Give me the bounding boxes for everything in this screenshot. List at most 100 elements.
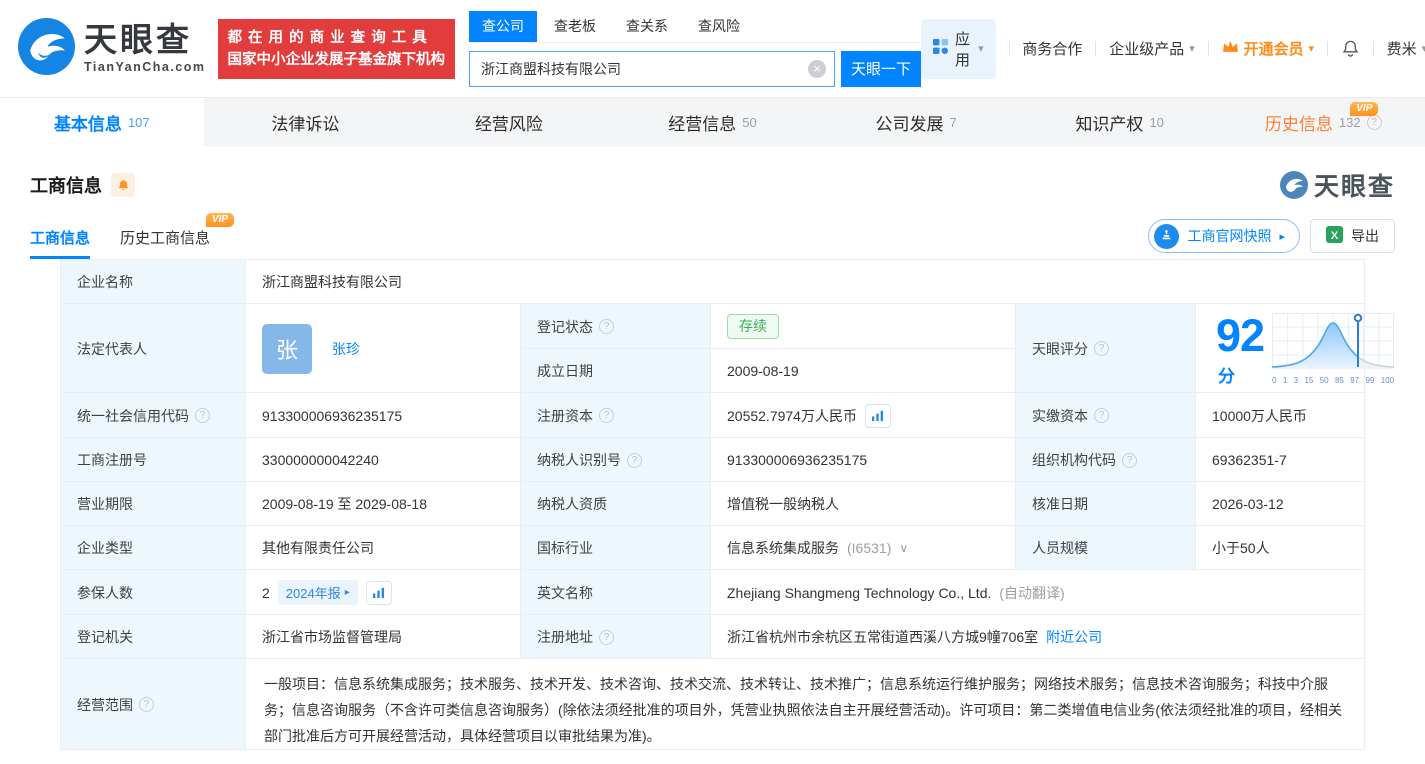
apps-label: 应用 [955,30,971,69]
tab-count: 10 [1149,115,1164,130]
promo-banner: 都 在 用 的 商 业 查 询 工 具 国家中小企业发展子基金旗下机构 [217,18,455,79]
value-staff-size: 小于50人 [1196,526,1365,570]
value-business-term: 2009-08-19 至 2029-08-18 [246,482,521,526]
search-area: 查公司 查老板 查关系 查风险 × 天眼一下 [469,10,921,87]
nav-enterprise-products[interactable]: 企业级产品 ▾ [1109,38,1195,59]
help-icon[interactable]: ? [599,629,614,645]
divider [1207,41,1209,56]
tab-count: 50 [742,115,757,130]
value-approval-date: 2026-03-12 [1196,482,1365,526]
nav-user-menu[interactable]: 费米 ▾ [1387,38,1425,59]
tianyancha-watermark-logo: 天眼查 [1279,167,1395,203]
label-legal-representative: 法定代表人 [61,304,246,393]
clear-search-icon[interactable]: × [808,59,826,78]
help-icon[interactable]: ? [1094,408,1109,423]
capital-chart-icon[interactable] [864,403,891,428]
banner-line1: 都 在 用 的 商 业 查 询 工 具 [227,29,428,46]
company-detail-tabs: 基本信息 107 法律诉讼 经营风险 经营信息 50 公司发展 7 知识产权 1… [0,97,1425,147]
help-icon[interactable]: ? [195,408,210,423]
vip-label: 开通会员 [1243,41,1304,58]
subtab-business-info[interactable]: 工商信息 [30,227,91,259]
status-badge: 存续 [727,314,779,339]
score-axis-ticks: 0 1 3 15 50 85 97 99 100 [1272,375,1395,385]
tab-operation-risk[interactable]: 经营风险 [407,98,611,147]
apps-grid-icon [933,39,948,58]
monitor-bell-icon[interactable] [111,173,135,197]
score-number: 92分 [1216,310,1265,386]
legal-rep-link[interactable]: 张珍 [332,339,360,359]
value-insured-count: 2 2024年报 ▸ [246,570,521,615]
caret-down-icon: ▾ [978,43,984,55]
label-english-name: 英文名称 [521,570,711,615]
subtab-label: 历史工商信息 [120,230,211,247]
legal-rep-avatar[interactable]: 张 [262,323,312,374]
nearby-companies-link[interactable]: 附近公司 [1046,627,1102,647]
apps-menu-button[interactable]: 应用 ▾ [921,18,996,79]
banner-line2: 国家中小企业发展子基金旗下机构 [227,51,446,68]
search-input[interactable] [469,50,835,87]
tab-basic-info[interactable]: 基本信息 107 [0,98,204,147]
help-icon[interactable]: ? [1122,452,1137,468]
nav-cooperation[interactable]: 商务合作 [1022,38,1082,59]
tab-history-info[interactable]: VIP 历史信息 132 ? [1221,98,1425,147]
label-staff-size: 人员规模 [1016,526,1196,570]
brand-domain: TianYanCha.com [84,60,206,75]
value-organization-code: 69362351-7 [1196,438,1365,482]
search-tab-relation[interactable]: 查关系 [613,11,681,42]
label-organization-code: 组织机构代码? [1016,438,1196,482]
value-company-name: 浙江商盟科技有限公司 [246,260,1365,304]
business-info-table: 企业名称 浙江商盟科技有限公司 法定代表人 张 张珍 登记状态? 存续 成立日期… [60,259,1395,750]
svg-text:X: X [1331,230,1339,242]
help-icon[interactable]: ? [139,697,154,712]
value-establish-date: 2009-08-19 [711,349,1016,393]
value-business-scope: 一般项目：信息系统集成服务；技术服务、技术开发、技术咨询、技术交流、技术转让、技… [246,659,1365,750]
help-icon[interactable]: ? [1094,341,1109,356]
section-title: 工商信息 [30,176,102,196]
chevron-down-icon[interactable]: ∨ [899,541,908,555]
annual-report-badge[interactable]: 2024年报 ▸ [277,580,358,605]
help-icon[interactable]: ? [599,408,614,423]
value-paid-capital: 10000万人民币 [1196,393,1365,438]
brand-name: 天眼查 [84,21,192,59]
tab-label: 基本信息 [53,115,122,134]
subtab-history-business-info[interactable]: VIP 历史工商信息 [120,213,235,259]
caret-down-icon: ▾ [1308,43,1315,55]
top-nav: 应用 ▾ 商务合作 企业级产品 ▾ 开通会员 ▾ 费米 ▾ [921,18,1425,79]
search-tab-company[interactable]: 查公司 [469,10,537,42]
notification-bell-icon[interactable] [1341,39,1360,58]
auto-translate-note: (自动翻译) [999,584,1065,601]
label-establish-date: 成立日期 [521,349,711,393]
help-icon[interactable]: ? [627,452,642,468]
tab-business-info[interactable]: 经营信息 50 [611,98,815,147]
help-icon[interactable]: ? [1366,115,1382,130]
tab-label: 法律诉讼 [271,115,340,134]
value-registration-status: 存续 [711,304,1016,349]
official-snapshot-button[interactable]: 工商官网快照 ▸ [1148,219,1300,253]
tab-company-development[interactable]: 公司发展 7 [814,98,1018,147]
tianyancha-logo[interactable]: 天眼查 TianYanCha.com [18,17,206,80]
label-company-name: 企业名称 [61,260,246,304]
tab-label: 知识产权 [1075,115,1144,134]
tab-legal-litigation[interactable]: 法律诉讼 [204,98,408,147]
vip-badge: VIP [205,213,235,227]
help-icon[interactable]: ? [599,319,614,334]
label-tianyan-score: 天眼评分? [1016,304,1196,393]
tab-label: 历史信息 [1264,115,1333,134]
export-button[interactable]: X 导出 [1310,219,1395,253]
label-approval-date: 核准日期 [1016,482,1196,526]
tab-intellectual-property[interactable]: 知识产权 10 [1018,98,1222,147]
value-registration-number: 330000000042240 [246,438,521,482]
value-taxpayer-id: 913300006936235175 [711,438,1016,482]
industry-code: (I6531) [847,540,892,556]
search-tab-risk[interactable]: 查风险 [685,11,753,42]
arrow-right-icon: ▸ [1279,230,1285,243]
divider [1372,41,1374,56]
nav-open-vip[interactable]: 开通会员 ▾ [1222,38,1315,59]
search-button[interactable]: 天眼一下 [841,50,921,87]
value-registered-capital: 20552.7974万人民币 [711,393,1016,438]
insured-chart-icon[interactable] [365,580,392,605]
label-business-scope: 经营范围? [61,659,246,750]
stamp-icon [1154,223,1180,249]
value-tianyan-score: 92分 0 1 3 15 50 85 97 99 100 [1196,304,1395,393]
search-tab-boss[interactable]: 查老板 [541,11,609,42]
